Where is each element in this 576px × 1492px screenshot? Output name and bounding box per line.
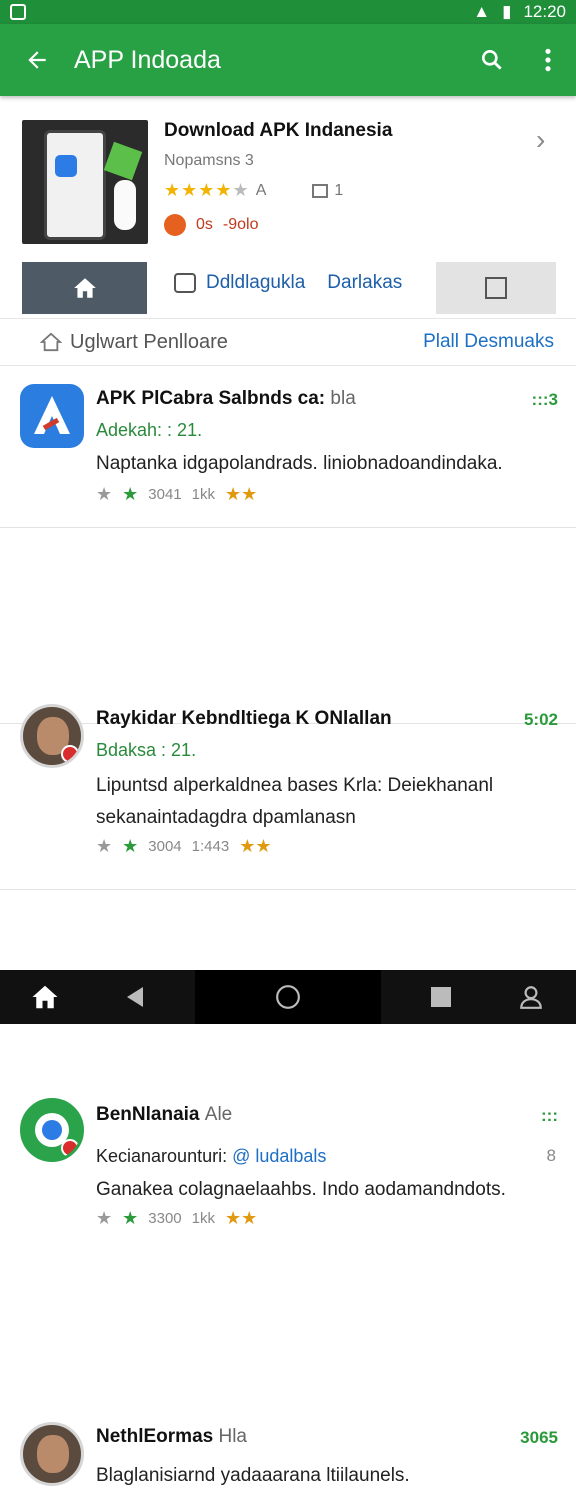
chat-bubble-icon <box>174 273 196 293</box>
nav-profile-button[interactable] <box>501 970 561 1024</box>
item-stats: ★ ★ 3300 1kk ★★ <box>96 1208 257 1229</box>
badge-right: -9olo <box>222 216 259 233</box>
chevron-right-icon[interactable]: › <box>536 124 545 156</box>
item-side-count: 8 <box>546 1146 556 1165</box>
profile-icon <box>520 986 542 1009</box>
item-stat: 3041 <box>148 486 182 503</box>
section-link[interactable]: Plall Desmuaks <box>423 331 554 353</box>
list-item[interactable]: Raykidar Kebndltiega K ONlallan 5:02 Bda… <box>0 528 576 856</box>
app-thumbnail <box>22 120 148 244</box>
list-item[interactable]: BenNlanaia Ale ::: Kecianarounturi: @ lu… <box>0 724 576 1228</box>
nav-home-button[interactable] <box>15 970 75 1024</box>
signal-icon: ▲ <box>473 2 491 21</box>
tab-discussion-label-2: Darlakas <box>327 272 403 293</box>
star-gold-icon: ★★ <box>225 1208 258 1228</box>
app-rating: ★★★★★ A 1 <box>164 180 343 201</box>
system-nav-bar <box>0 970 576 1024</box>
rating-stars: ★★★★★ <box>164 180 250 200</box>
item-title-suffix: Hla <box>218 1426 247 1447</box>
review-list: APK PlCabra Salbnds ca: bla :::3 Adekah:… <box>0 368 576 1486</box>
list-item[interactable]: APK PlCabra Salbnds ca: bla :::3 Adekah:… <box>0 368 576 528</box>
external-link-icon <box>485 277 507 299</box>
item-body: Naptanka idgapolandrads. liniobnadoandin… <box>96 453 503 474</box>
more-button[interactable] <box>520 24 576 96</box>
item-title: BenNlanaia <box>96 1104 200 1125</box>
app-icon <box>20 384 84 448</box>
item-body: Blaglanisiarnd yadaaarana ltiilaunels. <box>96 1465 410 1486</box>
item-stat: 3300 <box>148 1210 182 1227</box>
item-count: 3065 <box>520 1428 558 1447</box>
item-meta: Kecianarounturi: <box>96 1146 233 1166</box>
circle-home-icon <box>276 985 300 1009</box>
review-icon <box>312 183 329 198</box>
app-bar: APP Indoada <box>0 24 576 96</box>
search-icon <box>482 50 502 70</box>
more-vert-icon <box>545 48 551 72</box>
rating-text: A <box>255 181 267 199</box>
item-title: APK PlCabra Salbnds ca: <box>96 388 326 409</box>
home-icon <box>32 985 58 1009</box>
nav-center-button[interactable] <box>195 970 381 1024</box>
verified-badge-icon <box>61 1139 79 1157</box>
section-title: Uglwart Penlloare <box>70 330 228 353</box>
app-badges: 0s -9olo <box>164 214 258 236</box>
section-header: Uglwart Penlloare Plall Desmuaks <box>0 318 576 366</box>
search-button[interactable] <box>464 24 520 96</box>
notification-icon <box>10 4 26 20</box>
badge-icon <box>164 214 186 236</box>
item-title-suffix: bla <box>330 388 356 409</box>
home-icon <box>73 278 96 298</box>
list-item[interactable]: NethlEormas Hla 3065 Blaglanisiarnd yada… <box>0 890 576 1486</box>
item-count: ::: <box>541 1106 558 1125</box>
arrow-left-icon <box>28 51 46 69</box>
star-gold-icon: ★★ <box>225 484 258 504</box>
status-bar: ▲ ▮ 12:20 <box>0 0 576 24</box>
nav-back-button[interactable] <box>105 970 165 1024</box>
badge-left: 0s <box>196 216 213 233</box>
item-body: Ganakea colagnaelaahbs. Indo aodamandndo… <box>96 1179 506 1200</box>
item-handle-link[interactable]: @ ludalbals <box>232 1146 326 1166</box>
tab-home[interactable] <box>22 262 147 314</box>
item-meta: Adekah: : 21. <box>96 420 203 440</box>
star-grey-icon: ★ <box>96 484 113 504</box>
battery-icon: ▮ <box>502 2 512 21</box>
item-title: NethlEormas <box>96 1426 214 1447</box>
app-title: APP Indoada <box>74 45 221 74</box>
nav-recents-button[interactable] <box>411 970 471 1024</box>
star-green-icon: ★ <box>122 1208 139 1228</box>
item-views: 1kk <box>191 1210 215 1227</box>
item-stats: ★ ★ 3041 1kk ★★ <box>96 484 257 505</box>
app-name: Download APK Indanesia <box>164 120 393 141</box>
item-title-suffix: Ale <box>204 1104 233 1125</box>
star-grey-icon: ★ <box>96 1208 113 1228</box>
home-outline-icon <box>40 332 62 352</box>
app-icon <box>20 1098 84 1162</box>
avatar <box>20 1422 84 1486</box>
review-count: 1 <box>334 181 344 199</box>
back-triangle-icon <box>127 987 143 1007</box>
star-green-icon: ★ <box>122 484 139 504</box>
back-button[interactable] <box>0 24 74 96</box>
tab-discussion[interactable]: Ddldlagukla Darlakas <box>174 272 402 294</box>
item-views: 1kk <box>191 486 215 503</box>
tab-external[interactable] <box>436 262 556 314</box>
tab-discussion-label: Ddldlagukla <box>206 272 306 293</box>
app-developer: Nopamsns 3 <box>164 152 254 169</box>
tab-bar: Ddldlagukla Darlakas <box>0 262 576 314</box>
recents-square-icon <box>431 987 451 1007</box>
status-time: 12:20 <box>523 2 566 21</box>
item-count: :::3 <box>531 390 558 409</box>
